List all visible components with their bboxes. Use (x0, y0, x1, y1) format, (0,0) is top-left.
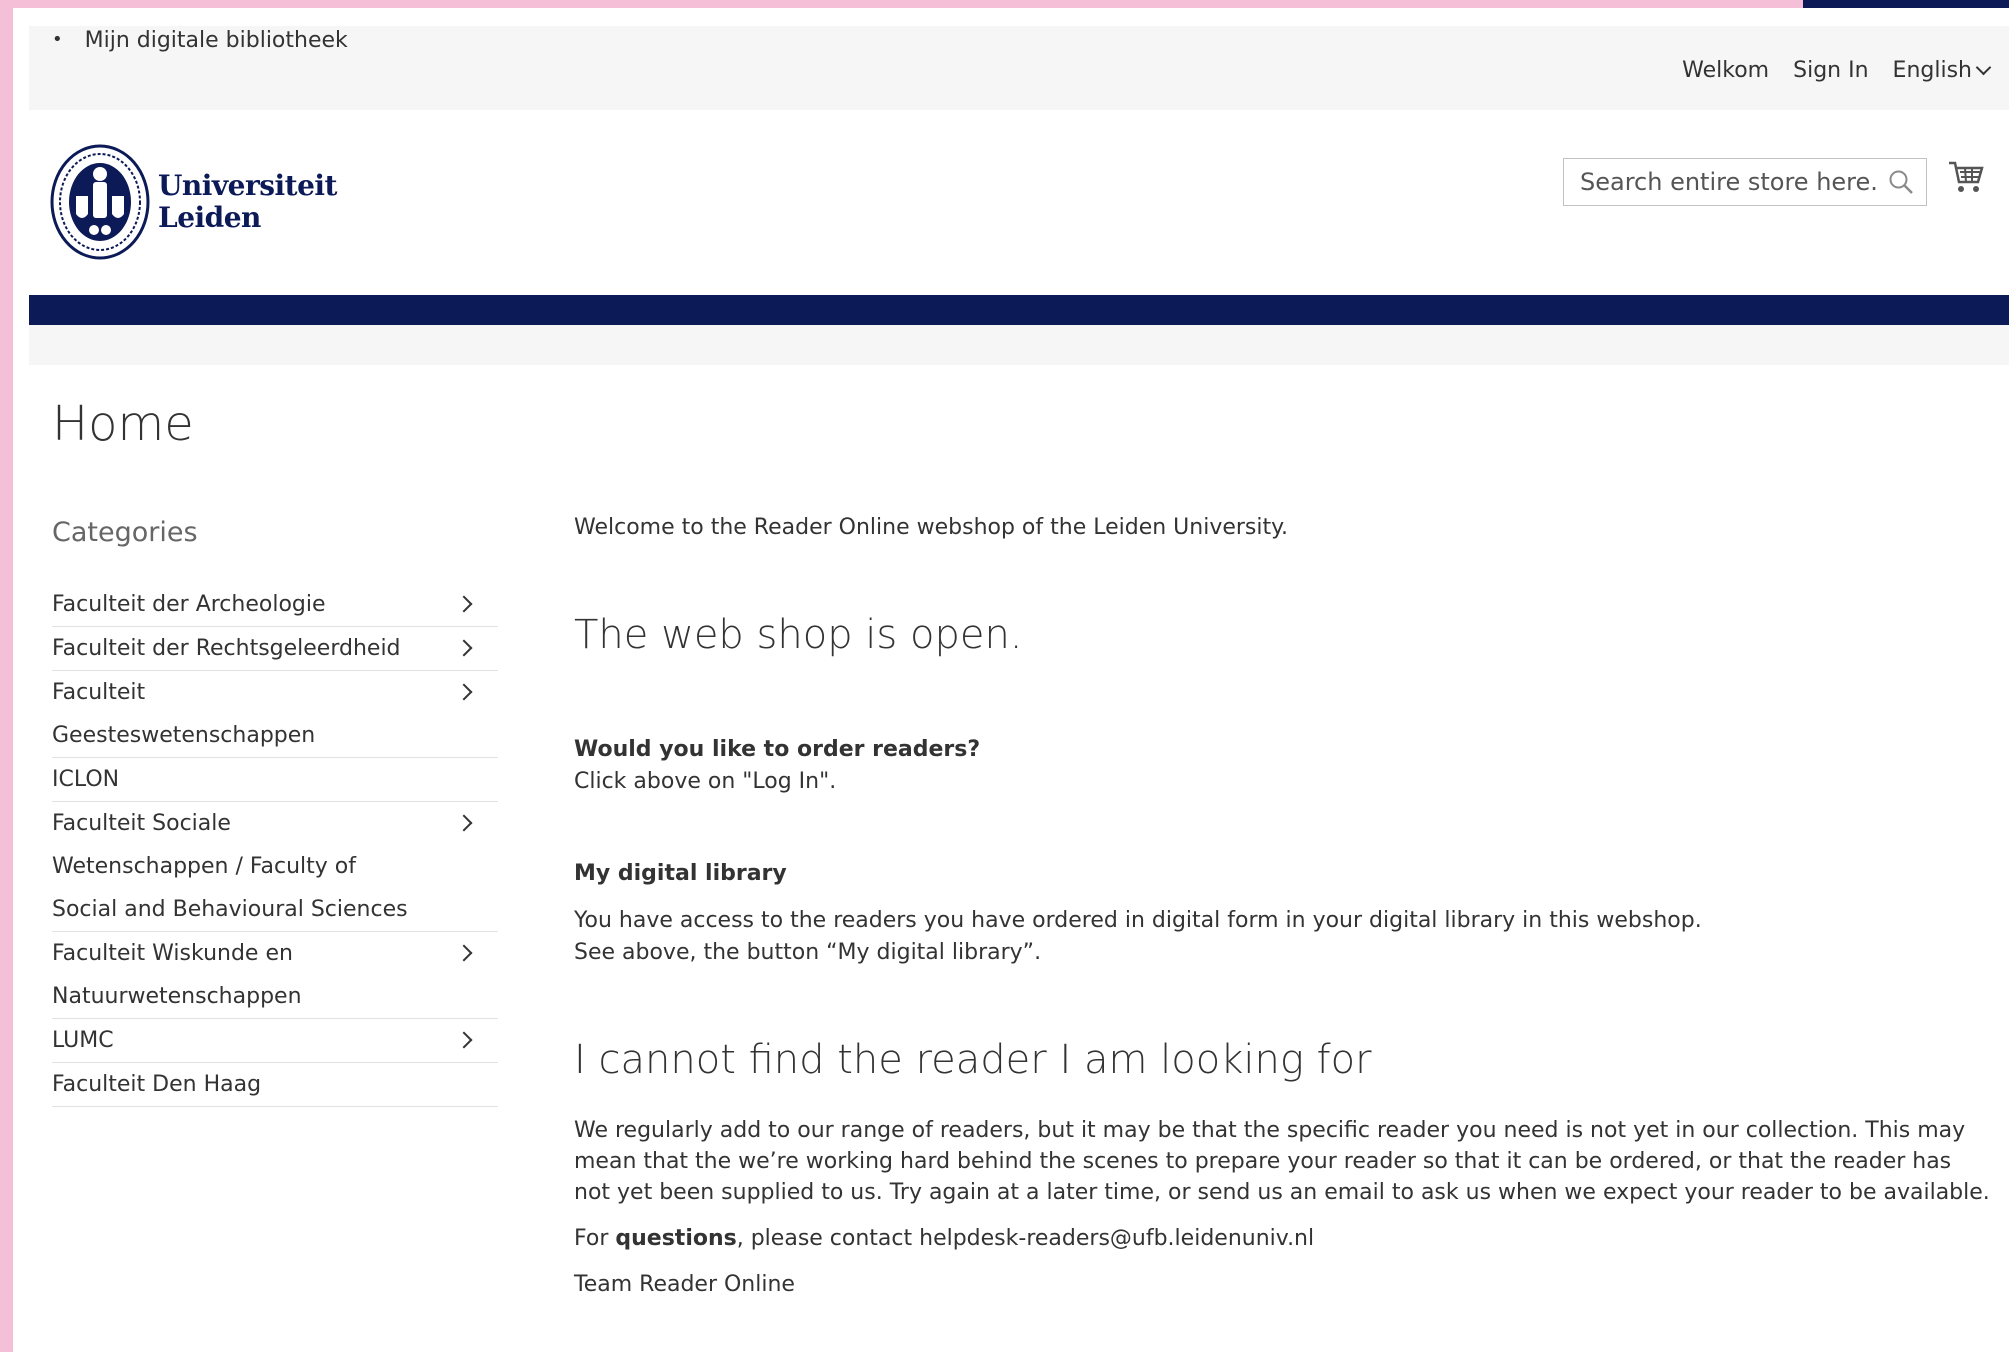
digital-library-text: You have access to the readers you have … (574, 908, 1702, 933)
search-input[interactable] (1578, 159, 1882, 205)
page: Mijn digitale bibliotheek Welkom Sign In… (0, 0, 2009, 1352)
shop-open-heading: The web shop is open. (574, 612, 1023, 658)
digital-library-heading: My digital library (574, 861, 787, 886)
category-label: Faculteit Wiskunde en Natuurwetenschappe… (52, 941, 302, 1009)
digital-library-link-label: Mijn digitale bibliotheek (84, 28, 348, 53)
breadcrumb-bar (29, 325, 2009, 365)
logo-wordmark: Universiteit Leiden (158, 170, 337, 234)
header-links-list: Mijn digitale bibliotheek (52, 28, 348, 53)
category-item-den-haag[interactable]: Faculteit Den Haag (52, 1063, 498, 1107)
search-box (1563, 158, 1927, 206)
chevron-right-icon[interactable] (455, 683, 473, 701)
order-question: Would you like to order readers? (574, 737, 981, 762)
team-signature: Team Reader Online (574, 1272, 795, 1297)
order-instructions: Click above on "Log In". (574, 769, 837, 794)
contact-suffix: , please contact helpdesk-readers@ufb.le… (736, 1226, 1315, 1251)
shopping-cart-icon[interactable] (1948, 160, 1984, 194)
cannot-find-heading: I cannot find the reader I am looking fo… (574, 1037, 1372, 1083)
category-item-lumc[interactable]: LUMC (52, 1019, 498, 1063)
site-logo[interactable]: Universiteit Leiden (50, 144, 337, 260)
digital-library-hint: See above, the button “My digital librar… (574, 940, 1042, 965)
logo-line-1: Universiteit (158, 169, 337, 202)
categories-heading: Categories (52, 517, 198, 548)
cannot-find-text: We regularly add to our range of readers… (574, 1118, 1990, 1205)
category-item-iclon[interactable]: ICLON (52, 758, 498, 802)
logo-line-2: Leiden (158, 201, 261, 234)
top-navy-tab (1803, 0, 2009, 8)
contact-prefix: For (574, 1226, 616, 1251)
main-content: Welcome to the Reader Online webshop of … (574, 515, 1994, 1297)
contact-emphasis: questions (615, 1226, 737, 1251)
chevron-right-icon[interactable] (455, 1031, 473, 1049)
category-list: Faculteit der Archeologie Faculteit der … (52, 583, 498, 1107)
category-label: Faculteit der Archeologie (52, 592, 326, 617)
digital-library-link[interactable]: Mijn digitale bibliotheek (52, 28, 348, 53)
category-item-archeologie[interactable]: Faculteit der Archeologie (52, 583, 498, 627)
category-label: LUMC (52, 1028, 114, 1053)
page-title: Home (52, 396, 194, 452)
category-label: Faculteit Geesteswetenschappen (52, 680, 316, 748)
language-switcher[interactable]: English (1892, 58, 1992, 83)
chevron-right-icon[interactable] (455, 639, 473, 657)
top-accent-stripe (0, 0, 1803, 8)
left-accent-stripe (0, 0, 13, 1352)
category-label: Faculteit Sociale Wetenschappen / Facult… (52, 811, 408, 922)
university-seal-icon (50, 144, 150, 260)
welcome-text: Welcome to the Reader Online webshop of … (574, 515, 1289, 540)
chevron-right-icon[interactable] (455, 944, 473, 962)
category-item-wiskunde-natuurwetenschappen[interactable]: Faculteit Wiskunde en Natuurwetenschappe… (52, 932, 498, 1019)
language-label: English (1892, 58, 1972, 83)
chevron-down-icon (1975, 59, 1992, 76)
chevron-right-icon[interactable] (455, 595, 473, 613)
welcome-message: Welkom (1682, 58, 1770, 83)
category-item-geesteswetenschappen[interactable]: Faculteit Geesteswetenschappen (52, 671, 498, 758)
category-item-rechtsgeleerdheid[interactable]: Faculteit der Rechtsgeleerdheid (52, 627, 498, 671)
chevron-right-icon[interactable] (455, 814, 473, 832)
header-account-links: Welkom Sign In English (1682, 58, 1992, 83)
category-label: Faculteit der Rechtsgeleerdheid (52, 636, 401, 661)
search-icon[interactable] (1888, 169, 1914, 195)
category-item-sociale-wetenschappen[interactable]: Faculteit Sociale Wetenschappen / Facult… (52, 802, 498, 932)
sign-in-link[interactable]: Sign In (1793, 58, 1868, 83)
contact-text: For questions, please contact helpdesk-r… (574, 1226, 1314, 1251)
main-navigation-bar (29, 295, 2009, 325)
category-label: ICLON (52, 767, 120, 792)
category-label: Faculteit Den Haag (52, 1072, 262, 1097)
